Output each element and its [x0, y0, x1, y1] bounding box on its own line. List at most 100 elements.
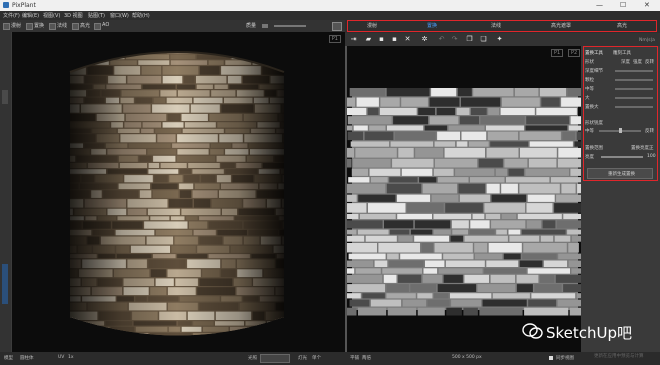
uv-value[interactable]: 1x [68, 355, 74, 360]
stone-brick [451, 299, 481, 307]
effects-icon[interactable]: ✦ [496, 36, 503, 43]
2d-texture-viewport[interactable]: P1 P2 [345, 46, 583, 352]
map-toolbar: ⇥ ▰ ▪ ▪ ✕ ✲ ↶ ↷ ❐ ❏ ✦ [345, 33, 660, 46]
stone-brick [353, 158, 391, 168]
undo-icon[interactable]: ↶ [438, 36, 445, 43]
stone-brick [437, 131, 460, 141]
stone-brick [425, 260, 445, 267]
panel-top-icons[interactable]: Nm|s|a [639, 38, 655, 43]
stone-brick [480, 116, 525, 125]
map-toggle-toolbar: 漫射 置换 法线 高光 AO 质量 [0, 20, 345, 32]
stone-brick [70, 60, 74, 65]
tiling-dropdown[interactable]: 两倍 [362, 355, 371, 361]
minimize-button[interactable]: — [596, 1, 603, 9]
paste-icon[interactable]: ❏ [480, 36, 487, 43]
stone-brick [527, 268, 570, 274]
stone-brick [386, 88, 430, 97]
stone-brick [367, 107, 379, 115]
stone-brick [554, 235, 571, 242]
maximize-button[interactable]: ☐ [620, 1, 626, 9]
stone-brick [468, 141, 489, 147]
stone-brick [487, 131, 519, 141]
view-options-icon[interactable] [332, 22, 342, 31]
stone-brick [347, 97, 356, 107]
light-slider[interactable] [260, 354, 290, 363]
stone-brick [422, 274, 443, 283]
stone-brick [390, 229, 410, 235]
stone-brick [392, 158, 434, 168]
stone-brick [230, 52, 264, 54]
tabs-highlight-box [347, 20, 657, 32]
stone-brick [347, 268, 355, 274]
stone-brick [558, 253, 583, 260]
quality-slider[interactable] [274, 25, 306, 27]
save-icon[interactable]: ▪ [378, 36, 385, 43]
settings-gear-icon[interactable]: ✲ [421, 36, 428, 43]
lamp-dropdown[interactable]: 单个 [312, 355, 321, 361]
stone-brick [347, 125, 353, 131]
lamp-label: 灯光 [298, 356, 307, 361]
stone-brick [477, 284, 516, 292]
specular-label: 高光 [80, 23, 91, 29]
stone-brick [528, 158, 557, 168]
stone-brick [438, 177, 469, 183]
menu-3d-view[interactable]: 3D 视图 [64, 12, 83, 19]
close-icon[interactable]: ✕ [404, 36, 411, 43]
menu-texture[interactable]: 贴图(T) [88, 12, 105, 19]
stone-brick [524, 307, 569, 316]
close-window-button[interactable]: ✕ [644, 1, 650, 9]
side-tab-icon[interactable] [2, 90, 8, 104]
stone-brick [429, 116, 459, 125]
stone-brick [450, 235, 463, 242]
stone-brick [543, 260, 568, 267]
stone-brick [500, 107, 535, 115]
stone-brick [461, 131, 487, 141]
menu-help[interactable]: 帮助(H) [132, 12, 150, 19]
menu-edit[interactable]: 编辑(E) [22, 12, 39, 19]
stone-brick [382, 268, 422, 274]
stone-brick [557, 299, 583, 307]
stone-brick [516, 284, 533, 292]
stone-brick [459, 194, 490, 202]
stone-brick [222, 333, 237, 336]
stone-brick [531, 293, 576, 299]
displacement-checkbox[interactable] [26, 23, 33, 30]
stone-brick [398, 235, 413, 242]
stone-brick [383, 274, 397, 283]
stone-brick [496, 229, 507, 235]
stone-brick [347, 131, 364, 141]
stone-brick [492, 293, 530, 299]
stone-brick [91, 326, 110, 332]
specular-checkbox[interactable] [72, 23, 79, 30]
import-arrow-icon[interactable]: ⇥ [350, 36, 357, 43]
stone-brick [400, 253, 442, 260]
redo-icon[interactable]: ↷ [451, 36, 458, 43]
quality-dropdown[interactable] [262, 24, 268, 28]
normal-checkbox[interactable] [49, 23, 56, 30]
stone-brick [279, 229, 284, 236]
stone-brick [451, 220, 469, 229]
faded-status-text: 更新在应用中预览与计算 [594, 354, 644, 359]
side-scroll-handle[interactable] [2, 264, 8, 304]
stone-brick [517, 213, 562, 220]
diffuse-checkbox[interactable] [3, 23, 10, 30]
stone-brick [429, 97, 460, 107]
save-as-icon[interactable]: ▪ [391, 36, 398, 43]
stone-brick [561, 183, 576, 194]
stone-brick [276, 333, 284, 336]
menu-view[interactable]: 视图(V) [43, 12, 60, 19]
stone-brick [261, 343, 272, 352]
stone-brick [501, 183, 518, 194]
stone-brick [390, 141, 434, 147]
sync-view-checkbox[interactable] [549, 356, 553, 360]
3d-viewport[interactable]: P1 [12, 32, 345, 352]
model-dropdown[interactable]: 圆柱体 [20, 355, 34, 361]
stone-brick [423, 268, 438, 274]
ao-checkbox[interactable] [94, 23, 101, 30]
menu-file[interactable]: 文件(F) [3, 12, 20, 19]
menu-window[interactable]: 窗口(W) [110, 12, 129, 19]
open-folder-icon[interactable]: ▰ [365, 36, 372, 43]
stone-brick [514, 88, 539, 97]
stone-brick [488, 243, 522, 253]
copy-icon[interactable]: ❐ [466, 36, 473, 43]
